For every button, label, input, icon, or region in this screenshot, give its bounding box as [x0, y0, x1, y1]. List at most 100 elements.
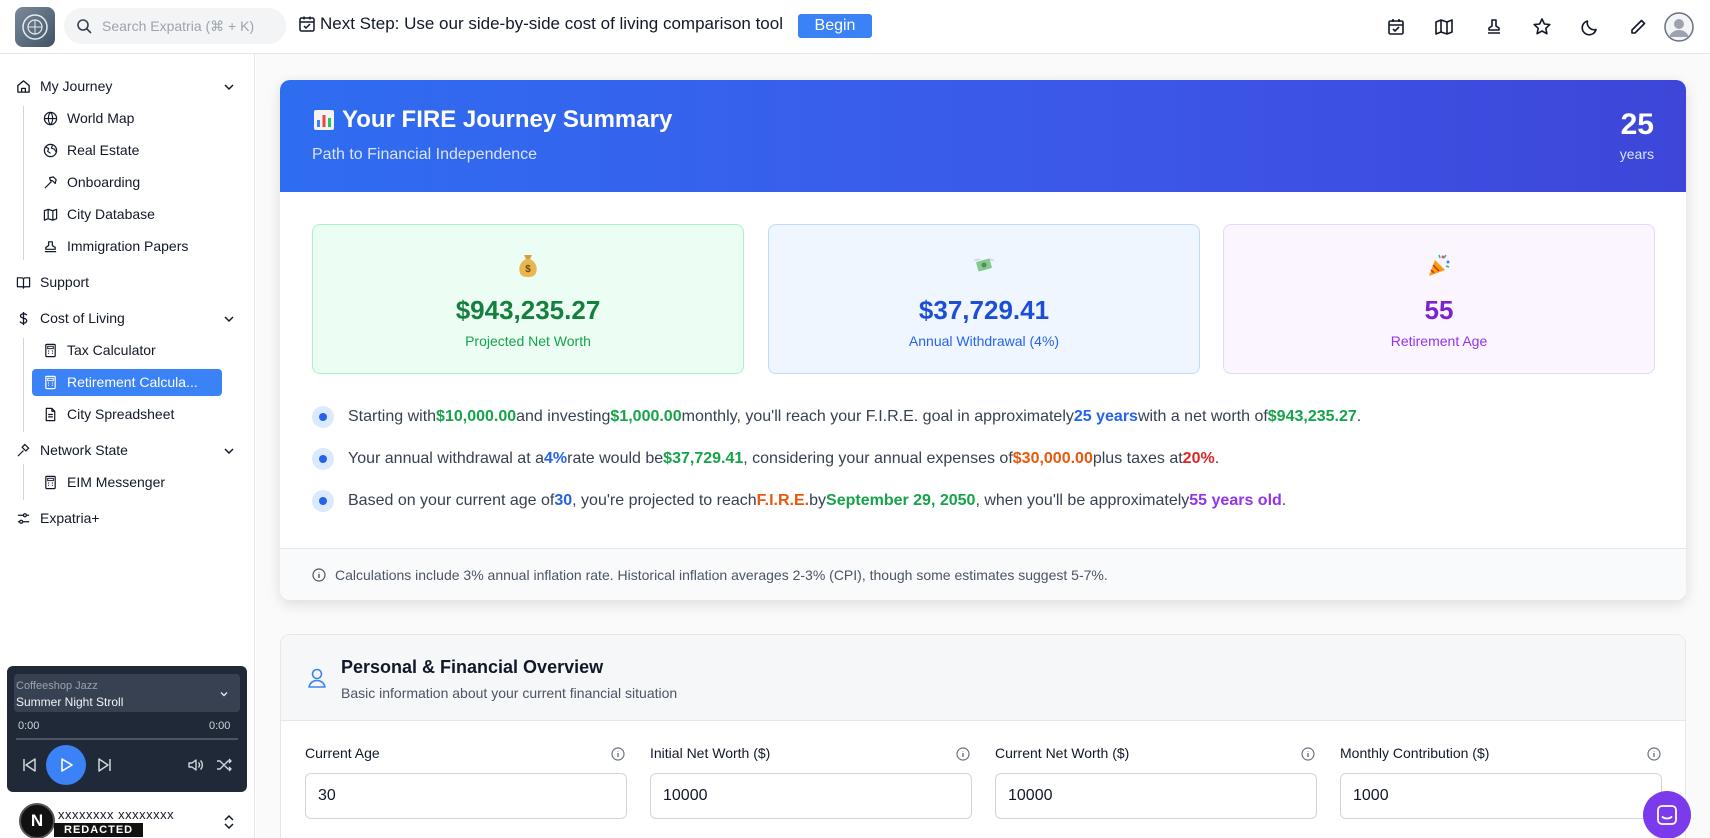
stamp-icon[interactable]: [1484, 17, 1504, 37]
summary-header: Your FIRE Journey Summary Path to Financ…: [280, 80, 1686, 192]
user-account-row[interactable]: N xxxxxxxx xxxxxxxx REDACTED: [14, 800, 250, 838]
search-box[interactable]: [64, 8, 286, 44]
sidebar-item-support[interactable]: Support: [16, 274, 89, 290]
stat-value: $943,235.27: [455, 295, 601, 325]
bullet-dot: [312, 490, 334, 512]
player-track-title: Summer Night Stroll: [16, 695, 124, 709]
overview-subtitle: Basic information about your current fin…: [341, 685, 678, 701]
user-avatar: N: [19, 803, 55, 838]
next-step-text: Next Step: Use our side-by-side cost of …: [320, 14, 783, 33]
stat-label: Annual Withdrawal (4%): [908, 333, 1060, 349]
sidebar-item-my-journey[interactable]: My Journey: [16, 78, 112, 94]
sidebar-item-retirement-calculator-label[interactable]: Retirement Calcula...: [43, 374, 198, 390]
summary-title: Your FIRE Journey Summary: [312, 106, 672, 134]
skip-forward-icon[interactable]: [96, 756, 114, 774]
info-icon[interactable]: [956, 747, 970, 761]
sidebar-item-city-database[interactable]: City Database: [43, 206, 155, 222]
chevron-down-icon[interactable]: [222, 80, 236, 94]
expatria-logo[interactable]: [15, 7, 55, 47]
stamp-icon: [44, 240, 57, 252]
stat-label: Retirement Age: [1390, 333, 1488, 349]
calendar-check-icon: [299, 16, 315, 32]
document-icon: [45, 407, 56, 421]
user-avatar-icon[interactable]: [1664, 12, 1694, 42]
info-icon[interactable]: [611, 747, 625, 761]
globe-alt-icon: [43, 143, 58, 157]
search-icon: [77, 19, 92, 34]
volume-icon[interactable]: [186, 756, 204, 774]
sidebar-item-eim-messenger[interactable]: EIM Messenger: [43, 474, 165, 490]
chat-icon: [1657, 805, 1677, 825]
overview-header: Personal & Financial Overview Basic info…: [281, 635, 1685, 721]
initial-net-worth-input[interactable]: [650, 773, 972, 819]
sidebar-item-tax-calculator[interactable]: Tax Calculator: [43, 342, 156, 358]
stat-label: Projected Net Worth: [465, 333, 591, 349]
sidebar-item-city-spreadsheet[interactable]: City Spreadsheet: [43, 406, 174, 422]
map-icon[interactable]: [1434, 17, 1454, 37]
years-label: years: [1619, 146, 1654, 162]
tree-line: [23, 338, 24, 432]
calendar-check-icon[interactable]: [1386, 17, 1406, 37]
begin-button[interactable]: Begin: [798, 14, 872, 38]
overview-title: Personal & Financial Overview: [341, 657, 604, 677]
bullet-dot: [312, 448, 334, 470]
sidebar-item-immigration-papers[interactable]: Immigration Papers: [43, 238, 188, 254]
bullet-dot: [312, 406, 334, 428]
money-with-wings-icon: [973, 258, 995, 272]
calculator-icon: [45, 375, 56, 389]
chat-support-button[interactable]: [1643, 791, 1691, 838]
summary-bullet-3: Based on your current age of 30, you're …: [312, 490, 1286, 512]
sidebar-item-onboarding[interactable]: Onboarding: [43, 174, 140, 190]
stat-card-withdrawal: $37,729.41 Annual Withdrawal (4%): [768, 224, 1200, 374]
home-icon: [17, 79, 30, 93]
monthly-contribution-input[interactable]: [1340, 773, 1662, 819]
chevron-down-icon[interactable]: [218, 688, 230, 700]
user-name: xxxxxxxx xxxxxxxx: [58, 807, 175, 822]
inflation-footnote: Calculations include 3% annual inflation…: [280, 548, 1686, 600]
current-net-worth-input[interactable]: [995, 773, 1317, 819]
next-step-banner: Next Step: Use our side-by-side cost of …: [298, 14, 783, 34]
stat-card-net-worth: $ $943,235.27 Projected Net Worth: [312, 224, 744, 374]
pencil-icon[interactable]: [1628, 17, 1648, 37]
field-label-current-age: Current Age: [305, 745, 380, 761]
moon-icon[interactable]: [1580, 17, 1600, 37]
search-input[interactable]: [102, 18, 272, 34]
party-popper-icon: [1429, 254, 1450, 276]
info-icon[interactable]: [1647, 747, 1661, 761]
fire-summary-card: Your FIRE Journey Summary Path to Financ…: [280, 80, 1686, 600]
calculator-icon: [45, 343, 56, 357]
stat-card-retirement-age: 55 Retirement Age: [1223, 224, 1655, 374]
sidebar-item-network-state[interactable]: Network State: [16, 442, 128, 458]
money-bag-icon: $: [519, 255, 537, 277]
summary-bullet-2: Your annual withdrawal at a 4% rate woul…: [312, 448, 1219, 470]
player-time-current: 0:00: [18, 720, 40, 732]
user-icon: [308, 668, 326, 688]
chevron-down-icon[interactable]: [222, 312, 236, 326]
chevron-down-icon[interactable]: [222, 444, 236, 458]
globe-seal-icon: [22, 14, 48, 40]
sliders-icon: [17, 512, 30, 524]
sidebar-item-real-estate[interactable]: Real Estate: [43, 142, 139, 158]
star-icon[interactable]: [1532, 17, 1552, 37]
play-button[interactable]: [46, 745, 86, 785]
gavel-icon: [17, 443, 30, 457]
player-progress-bar[interactable]: [16, 738, 238, 740]
tree-line: [23, 464, 24, 500]
hammer-icon: [44, 175, 57, 189]
field-label-current-net-worth: Current Net Worth ($): [995, 745, 1130, 761]
shuffle-icon[interactable]: [215, 756, 233, 774]
sidebar-item-expatria-plus[interactable]: Expatria+: [16, 510, 100, 526]
sidebar-item-world-map[interactable]: World Map: [43, 110, 134, 126]
svg-text:$: $: [525, 264, 531, 275]
stat-value: $37,729.41: [918, 295, 1050, 325]
book-open-icon: [16, 276, 31, 289]
info-icon: [312, 567, 326, 582]
chevrons-up-down-icon[interactable]: [222, 814, 236, 830]
player-genre: Coffeeshop Jazz: [16, 680, 98, 692]
stat-value: 55: [1424, 295, 1454, 325]
current-age-input[interactable]: [305, 773, 627, 819]
sidebar-item-cost-of-living[interactable]: Cost of Living: [16, 310, 125, 326]
dollar-icon: [19, 311, 28, 325]
info-icon[interactable]: [1301, 747, 1315, 761]
skip-back-icon[interactable]: [20, 756, 38, 774]
